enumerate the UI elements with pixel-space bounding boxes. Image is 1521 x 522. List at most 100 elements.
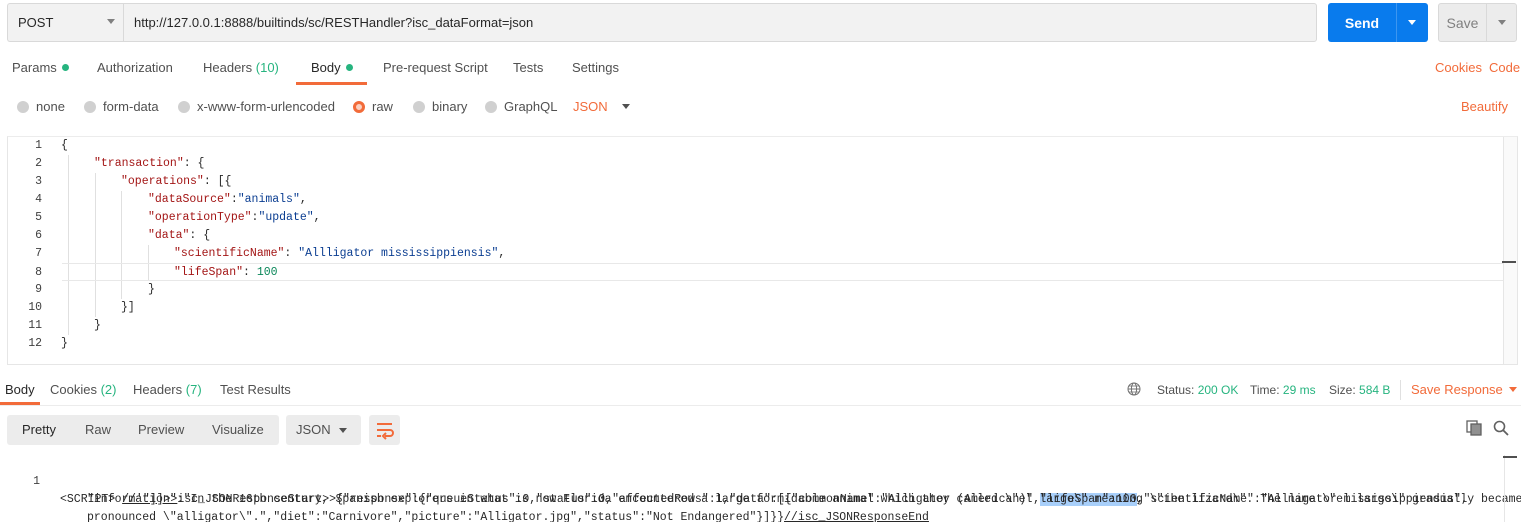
send-options-chevron-icon[interactable] <box>1408 20 1416 25</box>
radio-circle-icon <box>17 100 29 113</box>
radio-circle-icon <box>84 100 96 113</box>
url-input[interactable]: http://127.0.0.1:8888/builtinds/sc/RESTH… <box>123 3 1317 42</box>
response-body[interactable]: 1 <SCRIPT> //'"]]>>isc_JSONResponseStart… <box>0 455 1521 522</box>
json-punct: : <box>284 247 299 260</box>
params-status-dot <box>61 64 69 71</box>
code-link[interactable]: Code <box>1489 60 1520 75</box>
cookies-link[interactable]: Cookies <box>1435 60 1482 75</box>
response-text: pronounced \"alligator\".","diet":"Carni… <box>87 509 929 522</box>
code-line: 2 "transaction": { <box>8 155 1504 173</box>
save-options-chevron-icon[interactable] <box>1498 20 1506 25</box>
line-number: 10 <box>28 301 42 314</box>
radio-form-data[interactable]: form-data <box>84 99 159 114</box>
code-line: 11} <box>8 317 1504 335</box>
response-line-wrapped: pronounced \"alligator\".","diet":"Carni… <box>0 491 1500 522</box>
tab-tests[interactable]: Tests <box>513 60 543 75</box>
status-label: Status: <box>1157 383 1195 397</box>
save-divider <box>1486 4 1487 41</box>
line-number: 9 <box>35 283 42 296</box>
active-resp-tab-indicator <box>0 402 40 405</box>
body-type-options: none form-data x-www-form-urlencoded raw… <box>0 96 1521 118</box>
json-punct: : { <box>183 157 205 170</box>
view-visualize[interactable]: Visualize <box>212 422 264 437</box>
json-key: "scientificName" <box>174 247 285 260</box>
globe-icon[interactable] <box>1127 382 1141 396</box>
script-end-link[interactable]: //isc_JSONResponseEnd <box>784 511 929 522</box>
save-response-button[interactable]: Save Response <box>1411 382 1517 397</box>
resp-tab-body[interactable]: Body <box>5 382 35 397</box>
tab-headers[interactable]: Headers (10) <box>203 60 279 75</box>
resp-tab-headers[interactable]: Headers (7) <box>133 382 202 397</box>
view-pretty[interactable]: Pretty <box>22 422 56 437</box>
code-line-current: 8 "lifeSpan": 100 <box>35 263 1517 281</box>
response-format-select[interactable]: JSON <box>286 415 361 445</box>
view-raw[interactable]: Raw <box>85 422 111 437</box>
radio-raw[interactable]: raw <box>353 99 393 114</box>
json-key: "transaction" <box>94 157 184 170</box>
code-text: "scientificName": "Allligator mississipp… <box>174 245 505 263</box>
time-readout: Time: 29 ms <box>1250 383 1316 397</box>
line-number: 1 <box>35 139 42 152</box>
headers-count: (10) <box>255 60 279 75</box>
beautify-link[interactable]: Beautify <box>1461 99 1508 114</box>
tab-prerequest-script[interactable]: Pre-request Script <box>383 60 488 75</box>
code-text: "operationType":"update", <box>148 209 321 227</box>
request-body-editor[interactable]: 1{ 2 "transaction": { 3 "operations": [{ 4… <box>7 136 1518 365</box>
line-number: 3 <box>35 175 42 188</box>
send-label: Send <box>1344 14 1380 31</box>
tab-settings[interactable]: Settings <box>572 60 619 75</box>
chevron-down-icon <box>1508 387 1517 392</box>
radio-urlencoded[interactable]: x-www-form-urlencoded <box>178 99 335 114</box>
line-number: 8 <box>35 266 42 279</box>
wrap-lines-icon <box>377 423 394 440</box>
method-select[interactable]: POST <box>7 3 123 42</box>
json-punct: : { <box>189 229 211 242</box>
editor-scrollbar[interactable] <box>1503 137 1517 364</box>
view-preview[interactable]: Preview <box>138 422 184 437</box>
radio-form-data-label: form-data <box>103 99 159 114</box>
radio-graphql-label: GraphQL <box>504 99 558 114</box>
send-button[interactable]: Send <box>1328 3 1428 42</box>
resp-tab-test-results[interactable]: Test Results <box>220 382 291 397</box>
tab-body-label: Body <box>311 60 341 75</box>
cookies-count: (2) <box>100 382 117 397</box>
json-key: "dataSource" <box>148 193 231 206</box>
tab-authorization[interactable]: Authorization <box>97 60 173 75</box>
json-punct: , <box>299 193 307 206</box>
body-format-select[interactable]: JSON <box>573 99 630 114</box>
radio-none[interactable]: none <box>17 99 65 114</box>
request-tabs: Params Authorization Headers (10) Body P… <box>0 52 1521 86</box>
body-format-label: JSON <box>573 99 608 114</box>
radio-binary-label: binary <box>432 99 468 114</box>
radio-binary[interactable]: binary <box>413 99 467 114</box>
radio-graphql[interactable]: GraphQL <box>485 99 557 114</box>
response-tabs: Body Cookies (2) Headers (7) Test Result… <box>0 380 1521 406</box>
code-text: } <box>94 319 101 332</box>
json-punct: : [{ <box>203 175 232 188</box>
chevron-down-icon <box>621 104 630 109</box>
code-line: 7 "scientificName": "Allligator mississip… <box>8 245 1504 263</box>
copy-icon[interactable] <box>1466 420 1482 436</box>
radio-none-label: none <box>36 99 65 114</box>
tab-params[interactable]: Params <box>12 60 69 75</box>
request-bar: POST http://127.0.0.1:8888/builtinds/sc/… <box>7 3 1517 42</box>
search-icon[interactable] <box>1493 420 1509 436</box>
resp-tab-cookies[interactable]: Cookies (2) <box>50 382 116 397</box>
editor-scroll-marker <box>1502 261 1516 263</box>
line-number: 4 <box>35 193 42 206</box>
code-text: }] <box>121 301 135 314</box>
tab-body[interactable]: Body <box>311 60 353 75</box>
line-number: 5 <box>35 211 42 224</box>
save-label: Save <box>1446 14 1479 31</box>
status-value: 200 OK <box>1197 383 1239 397</box>
size-value: 584 B <box>1359 383 1391 397</box>
line-number: 2 <box>35 157 42 170</box>
json-string: "update" <box>258 211 314 224</box>
response-scrollbar[interactable] <box>1504 455 1518 522</box>
wrap-lines-button[interactable] <box>369 415 400 445</box>
save-button[interactable]: Save <box>1438 3 1517 42</box>
code-line: 5 "operationType":"update", <box>8 209 1504 227</box>
body-status-dot <box>345 64 353 71</box>
resp-tab-cookies-label: Cookies <box>50 382 97 397</box>
code-line: 6 "data": { <box>8 227 1504 245</box>
